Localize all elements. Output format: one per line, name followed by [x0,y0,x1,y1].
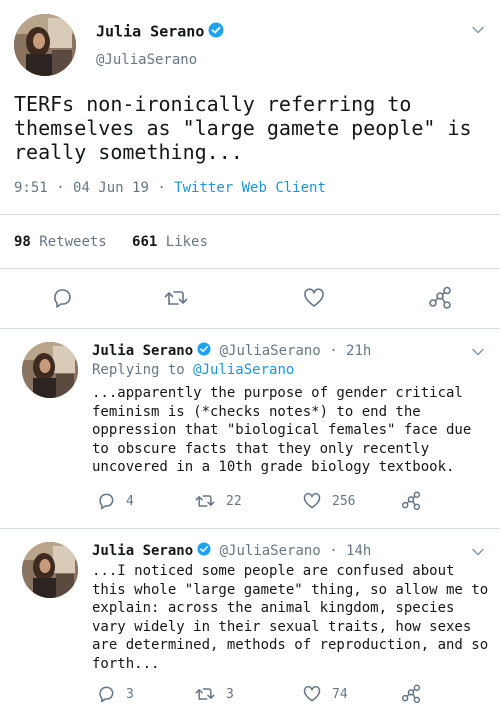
retweets-stat[interactable]: 98 Retweets [14,234,107,250]
tweet-header: Julia Serano @JuliaSerano · 14h [92,542,372,560]
display-name[interactable]: Julia Serano [96,22,224,42]
likes-label: Likes [165,234,208,250]
tweet-timestamp: 9:51 · 04 Jun 19 · Twitter Web Client [14,180,326,196]
verified-badge-icon [208,22,224,42]
handle[interactable]: @JuliaSerano [96,52,197,68]
display-name[interactable]: Julia Serano [92,343,193,359]
chevron-down-icon[interactable] [470,22,486,38]
tweet-text: ...I noticed some people are confused ab… [92,563,489,672]
display-name-text[interactable]: Julia Serano [96,23,204,41]
replying-to: Replying to @JuliaSerano [92,362,294,378]
tweet-text: ...apparently the purpose of gender crit… [92,385,472,475]
retweet-icon [163,286,189,310]
handle[interactable]: @JuliaSerano [220,343,321,359]
reply-count: 3 [126,686,134,702]
chevron-down-icon[interactable] [470,544,486,560]
retweet-button[interactable]: 22 [194,491,242,511]
retweet-count: 22 [226,493,242,509]
reply-icon [50,286,74,310]
share-icon [427,286,453,310]
retweet-icon [194,491,216,511]
reply-count: 4 [126,493,134,509]
retweet-count: 3 [226,686,234,702]
avatar[interactable] [14,14,76,76]
share-icon [400,684,422,704]
reply-tweet[interactable]: Julia Serano @JuliaSerano · 14h ...I not… [0,528,500,722]
like-icon [302,684,322,704]
engagement-stats: 98 Retweets 661 Likes [14,234,208,250]
like-icon [302,286,326,310]
like-button[interactable]: 74 [302,684,348,704]
divider [0,214,500,215]
verified-badge-icon [197,542,211,560]
like-icon [302,491,322,511]
avatar[interactable] [22,342,78,398]
display-name[interactable]: Julia Serano [92,543,193,559]
retweet-icon [194,684,216,704]
tweet-header: Julia Serano @JuliaSerano · 21h [92,342,372,360]
tweet-age[interactable]: 21h [346,343,371,359]
tweet-time[interactable]: 9:51 [14,180,48,196]
verified-badge-icon [197,342,211,360]
reply-tweet[interactable]: Julia Serano @JuliaSerano · 21h Replying… [0,328,500,528]
retweets-label: Retweets [39,234,107,250]
avatar[interactable] [22,542,78,598]
handle[interactable]: @JuliaSerano [220,543,321,559]
reply-button[interactable]: 3 [96,684,134,704]
share-button[interactable] [427,286,453,310]
retweet-button[interactable]: 3 [194,684,234,704]
divider [0,268,500,269]
main-tweet: Julia Serano @JuliaSerano TERFs non-iron… [0,0,500,328]
tweet-text: TERFs non-ironically referring to themse… [14,92,472,164]
likes-stat[interactable]: 661 Likes [132,234,208,250]
reply-button[interactable] [50,286,74,310]
replying-handle-link[interactable]: @JuliaSerano [193,362,294,378]
reply-icon [96,684,116,704]
like-button[interactable] [302,286,326,310]
retweets-count: 98 [14,234,31,250]
retweet-button[interactable] [163,286,189,310]
chevron-down-icon[interactable] [470,344,486,360]
tweet-client-link[interactable]: Twitter Web Client [174,180,326,196]
tweet-age[interactable]: 14h [346,543,371,559]
like-count: 256 [332,493,356,509]
reply-button[interactable]: 4 [96,491,134,511]
likes-count: 661 [132,234,158,250]
reply-icon [96,491,116,511]
share-icon [400,491,422,511]
replying-label: Replying to [92,362,185,378]
like-button[interactable]: 256 [302,491,355,511]
share-button[interactable] [400,491,422,511]
like-count: 74 [332,686,348,702]
tweet-date[interactable]: 04 Jun 19 [73,180,149,196]
share-button[interactable] [400,684,422,704]
